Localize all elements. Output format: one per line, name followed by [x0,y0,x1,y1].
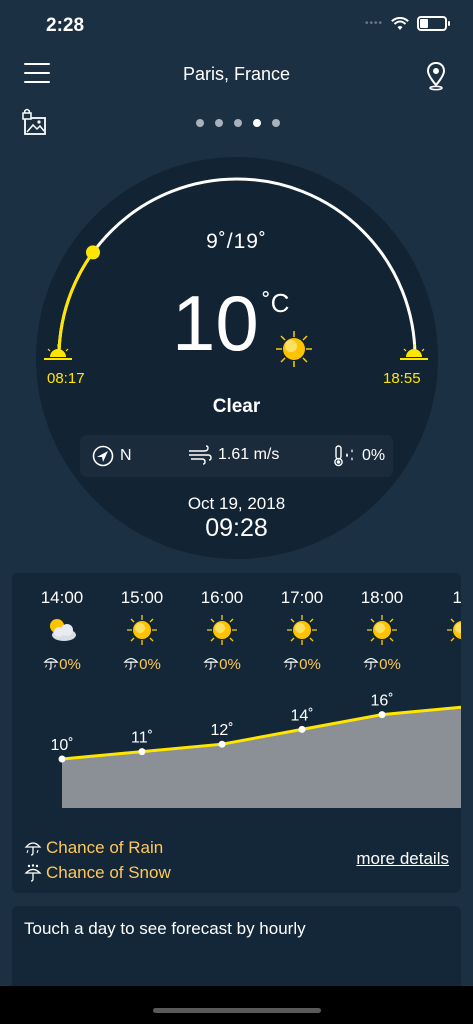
daily-hint: Touch a day to see forecast by hourly [24,919,306,938]
compass-icon [92,445,114,467]
temperature-label: 11˚ [131,730,153,747]
status-bar: 2:28 •••• [0,0,473,50]
hour-precip-value: 0% [299,656,321,673]
wind-direction: N [92,445,132,467]
temp-range: 9˚/19˚ [206,230,267,253]
sun-icon [276,331,312,367]
status-time: 2:28 [46,15,85,36]
temperature-point [298,725,306,733]
weather-condition: Clear [212,396,261,417]
legend-rain-label: Chance of Rain [46,837,164,857]
temperature-label: 16˚ [370,693,393,710]
hour-precip: 0% [182,655,262,673]
more-details-link[interactable]: more details [356,849,449,869]
home-indicator[interactable] [153,1008,321,1013]
hour-precip: 0% [102,655,182,673]
sun-icon [125,613,159,647]
temperature-point [138,748,146,756]
page-dot[interactable] [272,119,280,127]
city-title: Paris, France [182,64,291,84]
temperature-point [218,740,226,748]
location-pin-icon[interactable] [425,61,447,91]
sunrise-icon [44,344,72,360]
wind-direction-value: N [120,447,132,464]
signal-icon: •••• [364,18,383,29]
status-icons: •••• [364,16,450,31]
precipitation: 0% [332,445,385,467]
wallpaper-lock-icon[interactable] [22,108,48,136]
sun-icon [205,613,239,647]
temperature-area [62,707,461,808]
hour-precip: 0% [342,655,422,673]
hour-label: 14:00 [40,588,84,607]
sunrise-time: 08:17 [47,370,85,387]
snow-umbrella-icon [24,863,42,882]
legend-rain: Chance of Rain [24,835,171,860]
legend-snow: Chance of Snow [24,860,171,885]
temperature-label: 14˚ [290,707,313,724]
sunset-icon [400,344,428,360]
legend-snow-label: Chance of Snow [46,862,171,882]
hour-precip-value: 0% [219,656,241,673]
temperature-label: 12˚ [210,722,233,739]
temperature-point [378,711,386,719]
hour-precip: 0% [22,655,102,673]
hour-label: 18:00 [360,588,404,607]
page-indicator[interactable] [196,119,280,127]
weather-details-bar: N 1.61 m/s 0% [80,435,393,477]
sunset-time: 18:55 [383,370,421,387]
hour-label: 17:00 [280,588,324,607]
current-temperature: 10 [172,279,259,367]
battery-icon [417,16,450,31]
precipitation-value: 0% [362,447,386,464]
temperature-label: 10˚ [50,737,73,754]
page-dot[interactable] [215,119,223,127]
wind-icon [189,445,212,465]
wifi-icon [391,16,409,30]
elapsed-day-arc [57,251,95,358]
partly-cloudy-icon [45,613,79,647]
sun-icon [365,613,399,647]
temperature-unit: ˚C [262,288,290,318]
hour-precip-value: 0% [379,656,401,673]
daily-forecast-panel[interactable]: Touch a day to see forecast by hourly [12,906,461,986]
hour-label: 15:00 [120,588,164,607]
bottom-bar [0,986,473,1024]
hour-precip-value: 0% [139,656,161,673]
thermometer-drops-icon [334,445,353,467]
sun-icon [445,613,461,647]
hour-precip-value: 0% [59,656,81,673]
hourly-forecast-panel[interactable]: 10˚ 11˚ 12˚ 14˚ 16˚ Chance of Rain Chance of… [12,573,461,893]
hourly-temperature-chart: 10˚ 11˚ 12˚ 14˚ 16˚ [50,693,461,808]
battery-fill [420,19,429,28]
header: Paris, France [0,55,473,95]
current-time: 09:28 [205,514,268,542]
page-dot[interactable] [234,119,242,127]
wind-speed: 1.61 m/s [188,445,279,465]
page-dot[interactable] [253,119,261,127]
hour-precip: 0% [262,655,342,673]
precip-legend: Chance of Rain Chance of Snow [24,835,171,885]
page-dot[interactable] [196,119,204,127]
wind-speed-value: 1.61 m/s [218,446,280,463]
temperature-point [58,755,66,763]
sun-icon [285,613,319,647]
umbrella-icon [24,841,42,856]
hour-label: 19 [452,588,461,607]
current-date: Oct 19, 2018 [187,494,286,513]
hour-label: 16:00 [200,588,244,607]
